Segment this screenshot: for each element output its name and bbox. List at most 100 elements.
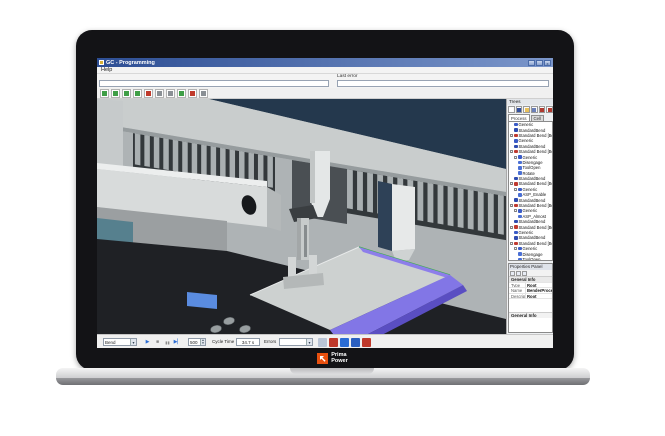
stop-simulation-icon[interactable]	[188, 89, 197, 98]
main-area: Trees ProcessCell GenericStandardBend-St…	[97, 99, 553, 334]
maximize-button[interactable]	[536, 60, 543, 66]
bend-node-icon	[514, 220, 518, 224]
step-end-icon[interactable]: ▶▏	[173, 338, 182, 346]
app-icon	[99, 60, 104, 65]
step-forward-icon[interactable]	[340, 338, 349, 347]
abort-icon[interactable]	[329, 338, 338, 347]
sb-node-icon	[514, 225, 518, 229]
speed-stepper[interactable]: 500 ▲▼	[188, 338, 206, 346]
expander-icon[interactable]: -	[514, 247, 517, 250]
import-icon[interactable]	[539, 106, 546, 113]
tree-node-label: Standard Bend [Bend]	[519, 241, 554, 246]
gen-node-icon	[518, 209, 522, 213]
properties-footer: General Info	[509, 312, 552, 318]
tree-node-label: StandardBend	[519, 235, 546, 240]
categorized-icon[interactable]	[510, 271, 515, 276]
pause-icon[interactable]: ▮▮	[163, 338, 172, 346]
laptop-mockup: GC - Programming x Help Last error	[0, 0, 665, 436]
property-label: Name	[509, 288, 526, 293]
zoom-fit-icon[interactable]	[155, 89, 164, 98]
process-tree[interactable]: GenericStandardBend-Standard Bend [Bend]…	[508, 121, 553, 261]
errors-label: Errors	[264, 338, 276, 346]
chevron-down-icon[interactable]: ▾	[130, 339, 136, 345]
open-part-icon[interactable]	[100, 89, 109, 98]
simulate-icon[interactable]	[177, 89, 186, 98]
properties-rows: TypeRootNameBenderProcessDescriptionRoot	[509, 283, 552, 300]
export-icon[interactable]	[546, 106, 553, 113]
property-pages-icon[interactable]	[522, 271, 527, 276]
save-all-icon[interactable]	[531, 106, 538, 113]
view-3d-icon[interactable]	[122, 89, 131, 98]
errors-combobox[interactable]: ▾	[279, 338, 313, 346]
zoom-window-icon[interactable]	[166, 89, 175, 98]
expander-icon[interactable]: -	[514, 156, 517, 159]
close-button[interactable]: x	[544, 60, 551, 66]
last-error-field[interactable]	[337, 80, 549, 87]
tree-node-label: Generic	[523, 187, 538, 192]
view-front-icon[interactable]	[144, 89, 153, 98]
expander-icon[interactable]: -	[510, 204, 513, 207]
viewport-3d[interactable]	[97, 99, 506, 334]
bend-node-icon	[514, 236, 518, 240]
property-row[interactable]: DescriptionRoot	[509, 294, 552, 300]
tree-node-label: StandardBend	[519, 198, 546, 203]
play-icon[interactable]: ▶	[143, 338, 152, 346]
mode-combobox[interactable]: Bend ▾	[103, 338, 137, 346]
program-field[interactable]	[99, 80, 329, 87]
brand-logo: PrimaPower	[0, 351, 665, 365]
properties-toolbar	[509, 270, 552, 277]
field-row: Last error	[97, 74, 553, 88]
tree-node[interactable]: ToolOpen	[509, 257, 552, 261]
alarm-icon[interactable]	[362, 338, 371, 347]
open-icon[interactable]	[523, 106, 530, 113]
view-top-icon[interactable]	[133, 89, 142, 98]
timer-icon[interactable]	[351, 338, 360, 347]
stepper-arrows-icon[interactable]: ▲▼	[200, 339, 205, 345]
chevron-down-icon[interactable]: ▾	[306, 339, 312, 345]
property-value: Root	[526, 294, 552, 299]
expander-icon[interactable]: -	[510, 182, 513, 185]
minimize-button[interactable]	[528, 60, 535, 66]
expander-icon[interactable]: -	[510, 150, 513, 153]
expander-icon[interactable]: -	[514, 209, 517, 212]
tree-panel: Trees ProcessCell GenericStandardBend-St…	[506, 99, 553, 334]
menu-help[interactable]: Help	[97, 67, 116, 73]
gripper-foot-left	[288, 257, 296, 279]
save-part-icon[interactable]	[111, 89, 120, 98]
tree-panel-tabs: ProcessCell	[508, 114, 553, 121]
last-error-label: Last error	[337, 74, 358, 79]
gen-node-icon	[518, 155, 522, 159]
export-program-icon[interactable]	[318, 338, 327, 347]
expander-icon[interactable]: -	[510, 242, 513, 245]
cycle-time-value: 34.7 s	[236, 338, 260, 346]
tree-node-label: Standard Bend [Bend]	[519, 203, 554, 208]
tree-node-label: Generic	[519, 230, 534, 235]
stop-icon[interactable]: ■	[153, 338, 162, 346]
dot-node-icon	[518, 171, 522, 175]
save-icon[interactable]	[516, 106, 523, 113]
prima-power-logo-icon	[317, 353, 328, 364]
gen-node-icon	[518, 188, 522, 192]
brand-line-2: Power	[331, 358, 348, 364]
tree-node-label: ToolOpen	[523, 165, 541, 170]
property-value: BenderProcess	[526, 288, 552, 293]
new-icon[interactable]	[508, 106, 515, 113]
expander-icon[interactable]: -	[514, 188, 517, 191]
tree-node-label: StandardBend	[519, 176, 546, 181]
tab-process[interactable]: Process	[508, 114, 530, 121]
window-title: GC - Programming	[106, 60, 155, 66]
alphabetical-icon[interactable]	[516, 271, 521, 276]
tree-node-label: Standard Bend [Bend]	[519, 181, 554, 186]
gripper-detail	[304, 225, 307, 257]
mode-value: Bend	[104, 340, 116, 345]
bend-node-icon	[514, 198, 518, 202]
tree-node-label: Standard Bend [Bend]	[519, 133, 554, 138]
expander-icon[interactable]: -	[510, 226, 513, 229]
sb-node-icon	[514, 204, 518, 208]
measure-icon[interactable]	[199, 89, 208, 98]
expander-icon[interactable]: -	[510, 134, 513, 137]
dot-node-icon	[518, 166, 522, 170]
tree-node-label: Generic	[523, 246, 538, 251]
tree-node-label: ASP_Enable	[523, 192, 547, 197]
laptop-base-notch	[290, 368, 374, 374]
